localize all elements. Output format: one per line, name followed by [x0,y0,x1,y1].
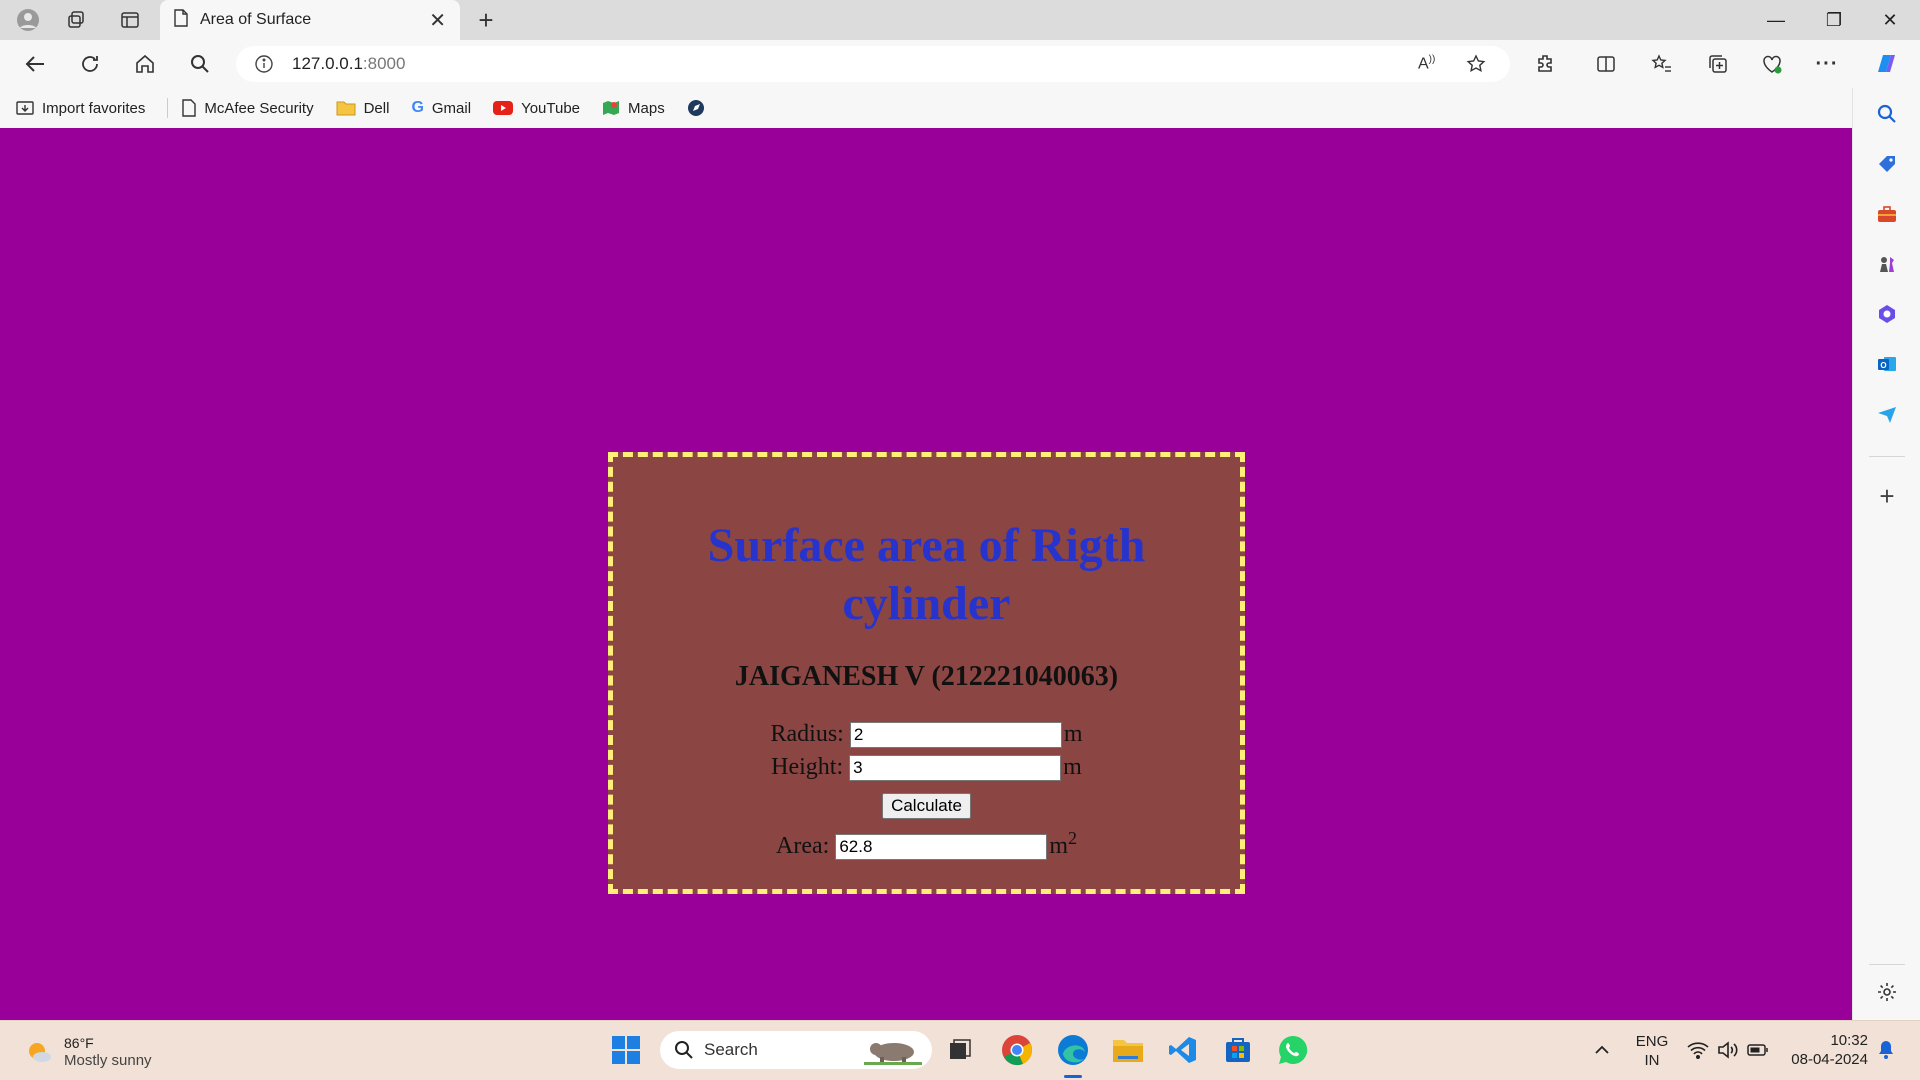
refresh-icon[interactable] [62,40,117,88]
taskbar-search-icon [674,1040,694,1060]
read-aloud-icon[interactable]: A)) [1418,54,1435,73]
edge-icon[interactable] [1053,1030,1093,1070]
language-indicator[interactable]: ENG IN [1630,1032,1674,1070]
task-view-icon[interactable] [940,1030,980,1070]
page-icon [174,8,188,32]
sidebar-search-icon[interactable] [1853,94,1920,134]
split-screen-icon[interactable] [1584,40,1628,88]
favorite-unnamed[interactable] [687,99,713,117]
clock-time: 10:32 [1830,1032,1868,1049]
sidebar-divider [1869,456,1905,457]
area-unit: m2 [1049,828,1077,859]
clock[interactable]: 10:32 08-04-2024 [1780,1031,1868,1069]
tab-area-of-surface[interactable]: Area of Surface ✕ [160,0,460,40]
sidebar-settings-icon[interactable] [1853,972,1920,1012]
shopping-tag-icon[interactable] [1853,144,1920,184]
area-label: Area: [776,833,830,859]
chrome-icon[interactable] [997,1030,1037,1070]
search-icon[interactable] [172,40,227,88]
site-info-icon[interactable] [254,54,274,74]
profile-icon[interactable] [8,0,48,40]
add-sidebar-app-icon[interactable]: + [1853,476,1920,516]
new-tab-button[interactable]: + [466,0,506,40]
height-row: Height: m [613,754,1240,781]
page-icon [182,99,197,117]
radius-input[interactable] [849,721,1062,748]
restore-icon[interactable]: ❐ [1806,0,1862,40]
collections-icon[interactable] [1696,40,1740,88]
page-background: Surface area of Rigth cylinder JAIGANESH… [0,128,1852,1020]
home-icon[interactable] [117,40,172,88]
folder-icon [336,100,356,116]
favorite-import-favorites[interactable]: Import favorites [16,99,145,117]
outlook-icon[interactable]: O [1853,344,1920,384]
taskbar-search[interactable]: Search [660,1031,932,1069]
workspaces-icon[interactable] [56,0,96,40]
favorite-mcafee-security[interactable]: McAfee Security [182,99,314,117]
calculator-card: Surface area of Rigth cylinder JAIGANESH… [608,452,1245,894]
maps-icon [602,99,620,117]
favorite-dell[interactable]: Dell [336,100,389,117]
import-favorites-icon [16,99,34,117]
height-label: Height: [771,754,844,780]
favorite-maps[interactable]: Maps [602,99,665,117]
whatsapp-icon[interactable] [1273,1030,1313,1070]
tools-briefcase-icon[interactable] [1853,194,1920,234]
radius-row: Radius: m [613,721,1240,748]
browser-essentials-icon[interactable] [1750,40,1794,88]
youtube-icon [493,101,514,115]
more-options-icon[interactable]: ··· [1805,40,1849,88]
back-icon[interactable] [7,40,62,88]
copilot-icon[interactable] [1864,40,1908,88]
favorite-gmail[interactable]: G Gmail [411,99,471,117]
edge-sidebar: O + [1852,88,1920,1020]
edge-active-indicator [1064,1075,1082,1078]
show-hidden-icons-chevron-up-icon[interactable] [1582,1030,1622,1070]
google-icon: G [411,99,424,116]
minimize-icon[interactable]: — [1748,0,1804,40]
send-telegram-icon[interactable] [1853,394,1920,434]
notification-bell-icon[interactable] [1866,1030,1906,1070]
vscode-icon[interactable] [1163,1030,1203,1070]
compass-icon [687,99,705,117]
start-windows-icon[interactable] [606,1030,646,1070]
weather-description: Mostly sunny [64,1052,152,1069]
tab-title: Area of Surface [200,11,312,28]
file-explorer-icon[interactable] [1108,1030,1148,1070]
tab-strip: Area of Surface ✕ + — ❐ ✕ [0,0,1920,40]
radius-label: Radius: [770,721,844,747]
close-tab-icon[interactable]: ✕ [429,8,446,33]
favorites-divider [167,98,169,118]
taskbar-search-placeholder: Search [704,1040,758,1059]
weather-sun-icon [24,1037,54,1067]
url-port: :8000 [362,54,406,73]
sidebar-divider-bottom [1869,964,1905,965]
microsoft-store-icon[interactable] [1218,1030,1258,1070]
area-row: Area: m2 [613,828,1240,860]
battery-icon[interactable] [1738,1030,1778,1070]
radius-unit: m [1063,721,1083,747]
page-title: Surface area of Rigth cylinder [707,519,1146,630]
extensions-icon[interactable] [1524,40,1568,88]
games-chess-icon[interactable] [1853,244,1920,284]
height-unit: m [1063,754,1082,780]
url-host: 127.0.0.1 [292,54,363,73]
author-name: JAIGANESH V (212221040063) [734,661,1119,692]
address-bar[interactable]: 127.0.0.1:8000 A)) [236,46,1510,82]
clock-date: 08-04-2024 [1791,1051,1868,1068]
calculate-button[interactable]: Calculate [882,793,971,819]
close-window-icon[interactable]: ✕ [1862,0,1918,40]
vertical-tabs-icon[interactable] [110,0,150,40]
weather-temperature: 86°F [64,1035,94,1051]
favorites-bar: Import favorites McAfee Security Dell G … [0,88,1852,128]
microsoft365-icon[interactable] [1853,294,1920,334]
area-output[interactable] [835,833,1048,860]
weather-widget[interactable]: 86°F Mostly sunny [24,1034,152,1070]
svg-text:O: O [1880,361,1886,370]
search-highlight-image [864,1037,922,1065]
favorites-list-icon[interactable] [1640,40,1684,88]
height-input[interactable] [849,754,1062,781]
favorite-youtube[interactable]: YouTube [493,100,580,117]
favorite-star-icon[interactable] [1466,54,1486,74]
